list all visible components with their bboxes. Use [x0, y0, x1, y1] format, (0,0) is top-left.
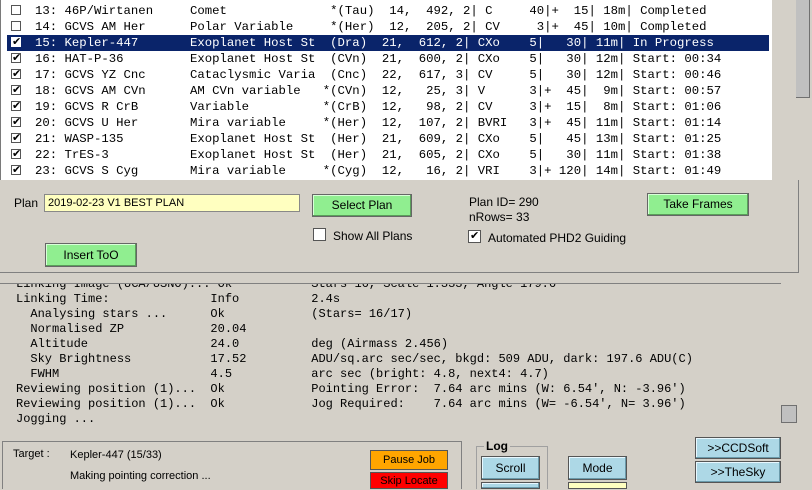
checkmark-icon: ✔	[12, 35, 22, 48]
phd2-guiding-label: Automated PHD2 Guiding	[488, 231, 627, 245]
plan-row-text: 22: TrES-3 Exoplanet Host St (Her) 21, 6…	[35, 148, 722, 162]
log-output[interactable]: Linking Image (UCA/USNO)... Ok Stars 16,…	[0, 283, 781, 430]
log-line: Normalised ZP 20.04	[16, 322, 247, 336]
mode-field[interactable]	[568, 482, 627, 489]
log-line: Analysing stars ... Ok (Stars= 16/17)	[16, 307, 413, 321]
log-line: FWHM 4.5 arc sec (bright: 4.8, next4: 4.…	[16, 367, 549, 381]
thesky-button[interactable]: >>TheSky	[695, 461, 781, 483]
ccdsoft-button[interactable]: >>CCDSoft	[695, 437, 781, 459]
plan-row[interactable]: ✔ 23: GCVS S Cyg Mira variable *(Cyg) 12,…	[7, 163, 769, 179]
row-checkbox[interactable]: ✔	[11, 163, 22, 176]
mode-button[interactable]: Mode	[568, 456, 627, 480]
checkmark-icon: ✔	[12, 83, 22, 96]
log-scroll-thumb[interactable]	[781, 405, 797, 423]
status-message: Making pointing correction ...	[70, 470, 211, 482]
nrows-text: nRows= 33	[469, 210, 530, 224]
row-checkbox[interactable]	[11, 21, 21, 31]
log-line: Linking Image (UCA/USNO)... Ok Stars 16,…	[16, 283, 557, 291]
plan-row-text: 21: WASP-135 Exoplanet Host St (Her) 21,…	[35, 132, 722, 146]
plan-row[interactable]: 14: GCVS AM Her Polar Variable *(Her) 12…	[7, 19, 769, 35]
plan-row[interactable]: ✔ 20: GCVS U Her Mira variable *(Her) 12,…	[7, 115, 769, 131]
plan-row[interactable]: ✔ 16: HAT-P-36 Exoplanet Host St (CVn) 21…	[7, 51, 769, 67]
log-button-2[interactable]	[481, 482, 540, 489]
checkmark-icon: ✔	[12, 163, 22, 176]
log-line: Linking Time: Info 2.4s	[16, 292, 341, 306]
plan-row-text: 19: GCVS R CrB Variable *(CrB) 12, 98, 2…	[35, 100, 722, 114]
row-checkbox[interactable]: ✔	[11, 115, 22, 128]
log-line: Jogging ...	[16, 412, 96, 426]
plan-row[interactable]: ✔ 21: WASP-135 Exoplanet Host St (Her) 21…	[7, 131, 769, 147]
plan-label: Plan	[14, 196, 39, 210]
row-checkbox[interactable]: ✔	[11, 67, 22, 80]
plan-row-text: 13: 46P/Wirtanen Comet *(Tau) 14, 492, 2…	[35, 4, 707, 18]
log-line: Reviewing position (1)... Ok Pointing Er…	[16, 382, 686, 396]
select-plan-button[interactable]: Select Plan	[312, 194, 412, 217]
row-checkbox[interactable]: ✔	[11, 83, 22, 96]
row-checkbox[interactable]: ✔	[11, 35, 22, 48]
row-checkbox[interactable]: ✔	[11, 147, 22, 160]
skip-locate-button[interactable]: Skip Locate	[370, 472, 448, 489]
checkmark-icon: ✔	[12, 99, 22, 112]
show-all-plans-label: Show All Plans	[333, 229, 413, 243]
target-value: Kepler-447 (15/33)	[70, 449, 162, 461]
row-checkbox[interactable]: ✔	[11, 131, 22, 144]
row-checkbox[interactable]	[11, 5, 21, 15]
row-checkbox[interactable]: ✔	[11, 99, 22, 112]
plan-list-scroll-thumb[interactable]	[796, 0, 810, 98]
plan-row-text: 23: GCVS S Cyg Mira variable *(Cyg) 12, …	[35, 164, 722, 178]
log-line: Reviewing position (1)... Ok Jog Require…	[16, 397, 686, 411]
plan-row-text: 14: GCVS AM Her Polar Variable *(Her) 12…	[35, 20, 707, 34]
plan-row[interactable]: ✔ 15: Kepler-447 Exoplanet Host St (Dra) …	[7, 35, 769, 51]
plan-row-text: 20: GCVS U Her Mira variable *(Her) 12, …	[35, 116, 722, 130]
plan-row[interactable]: ✔ 19: GCVS R CrB Variable *(CrB) 12, 98, …	[7, 99, 769, 115]
checkmark-icon: ✔	[12, 115, 22, 128]
checkmark-icon: ✔	[12, 67, 22, 80]
log-group-title: Log	[484, 439, 510, 453]
plan-row[interactable]: ✔ 18: GCVS AM CVn AM CVn variable *(CVn) …	[7, 83, 769, 99]
plan-row-text: 16: HAT-P-36 Exoplanet Host St (CVn) 21,…	[35, 52, 722, 66]
plan-row[interactable]: ✔ 17: GCVS YZ Cnc Cataclysmic Varia (Cnc)…	[7, 67, 769, 83]
log-line: Sky Brightness 17.52 ADU/sq.arc sec/sec,…	[16, 352, 693, 366]
show-all-plans-checkbox[interactable]	[313, 228, 326, 241]
insert-too-button[interactable]: Insert ToO	[45, 243, 137, 267]
plan-row[interactable]: 13: 46P/Wirtanen Comet *(Tau) 14, 492, 2…	[7, 3, 769, 19]
plan-name-field[interactable]: 2019-02-23 V1 BEST PLAN	[44, 194, 300, 212]
checkmark-icon: ✔	[12, 131, 22, 144]
plan-row[interactable]: ✔ 22: TrES-3 Exoplanet Host St (Her) 21, …	[7, 147, 769, 163]
log-line: Altitude 24.0 deg (Airmass 2.456)	[16, 337, 449, 351]
pause-job-button[interactable]: Pause Job	[370, 450, 448, 470]
checkmark-icon: ✔	[470, 229, 480, 242]
plan-row-text: 15: Kepler-447 Exoplanet Host St (Dra) 2…	[35, 36, 714, 50]
phd2-guiding-checkbox[interactable]: ✔	[468, 229, 481, 243]
plan-row-text: 17: GCVS YZ Cnc Cataclysmic Varia (Cnc) …	[35, 68, 722, 82]
take-frames-button[interactable]: Take Frames	[647, 193, 749, 216]
divider	[0, 430, 812, 440]
scroll-button[interactable]: Scroll	[481, 456, 540, 480]
plan-id-text: Plan ID= 290	[469, 195, 539, 209]
target-label: Target :	[13, 448, 50, 460]
checkmark-icon: ✔	[12, 51, 22, 64]
plan-row-text: 18: GCVS AM CVn AM CVn variable *(CVn) 1…	[35, 84, 722, 98]
plan-list[interactable]: 13: 46P/Wirtanen Comet *(Tau) 14, 492, 2…	[0, 0, 774, 181]
row-checkbox[interactable]: ✔	[11, 51, 22, 64]
checkmark-icon: ✔	[12, 147, 22, 160]
